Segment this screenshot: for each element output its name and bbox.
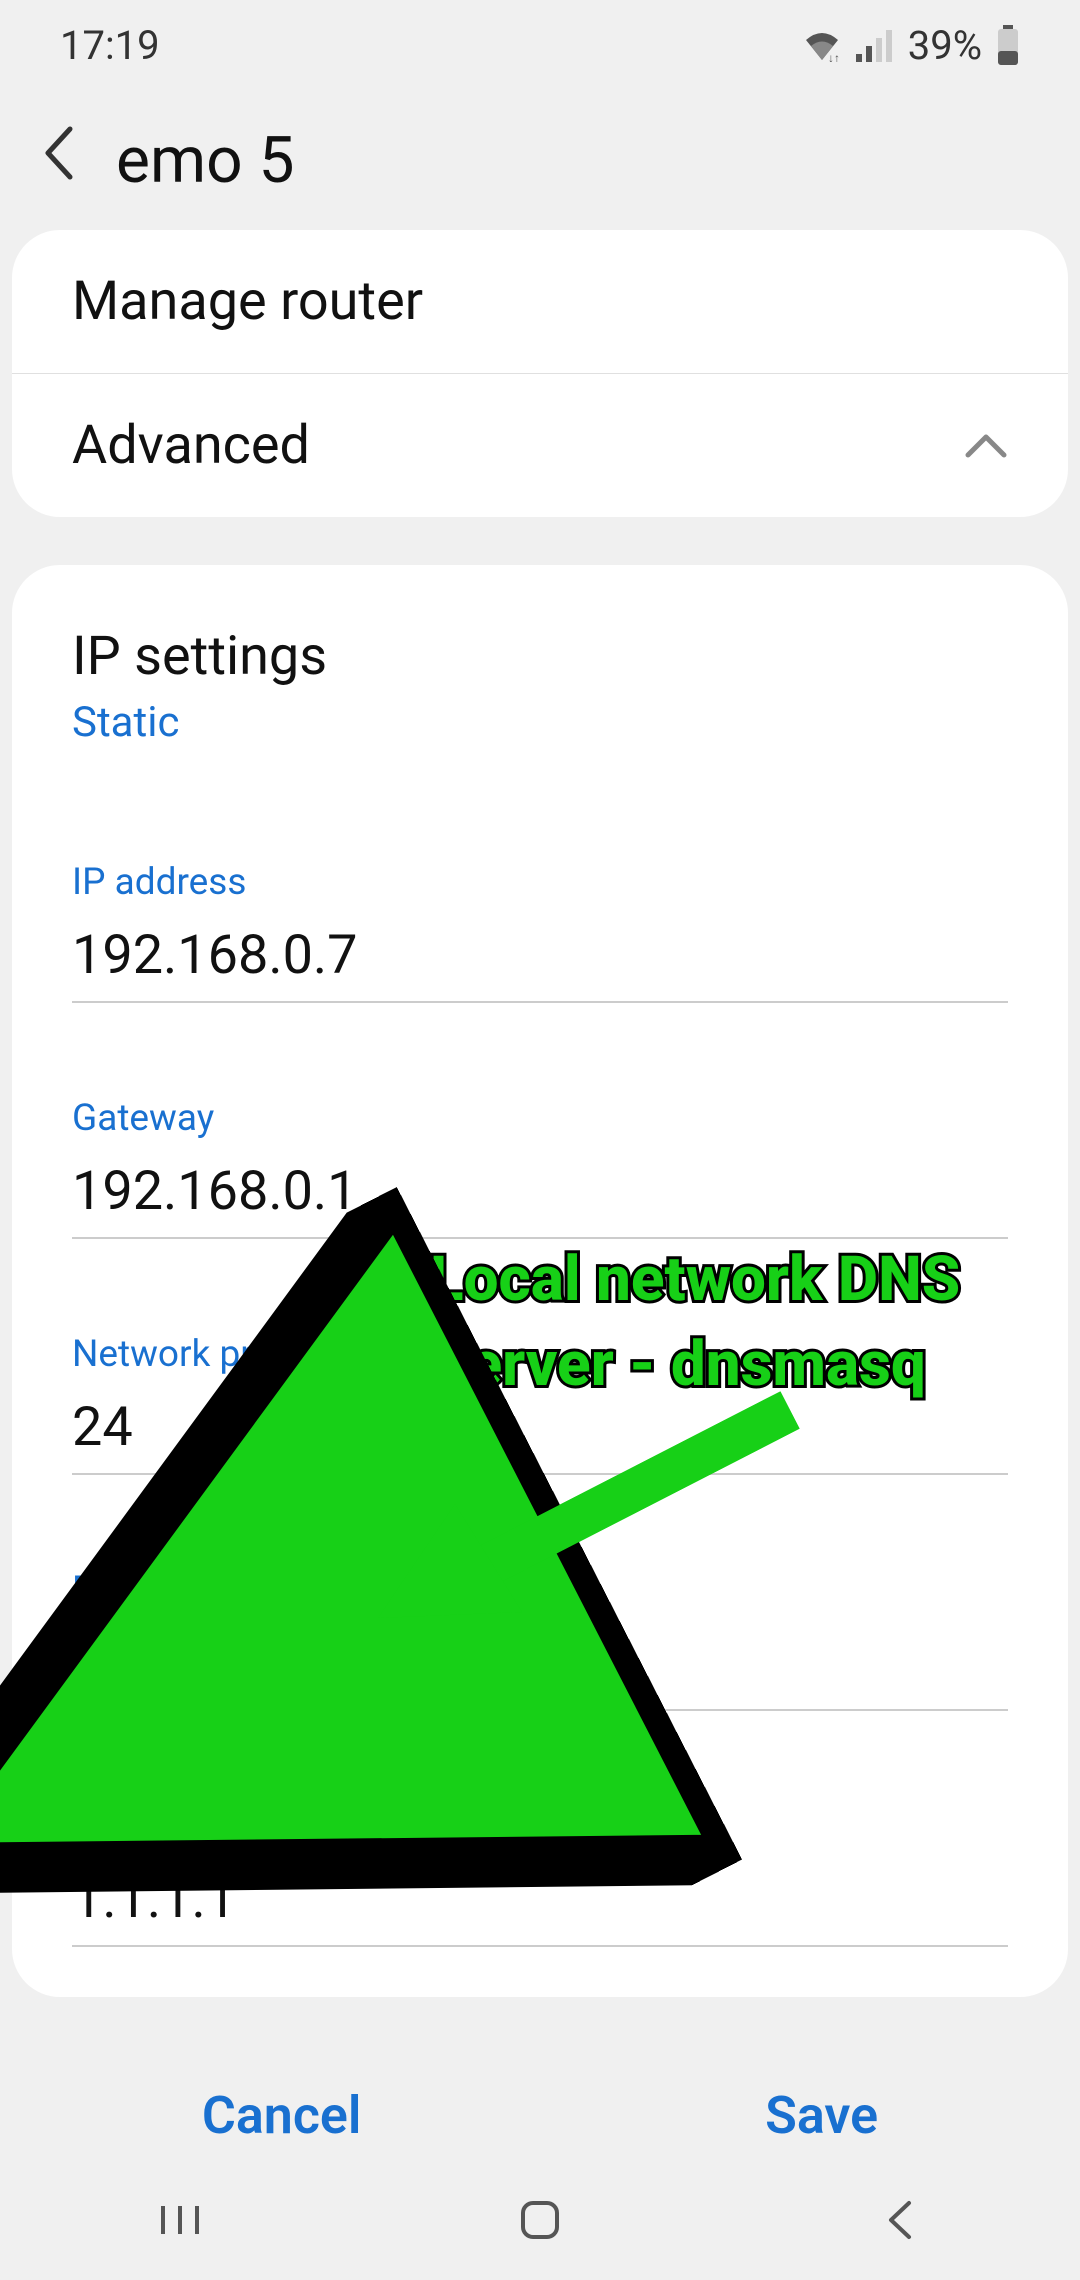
field-prefix: Network prefix length [12, 1309, 1068, 1485]
cancel-button[interactable]: Cancel [122, 2075, 442, 2156]
nav-home-icon[interactable] [490, 2195, 590, 2245]
dns2-label: DNS 2 [72, 1805, 1008, 1858]
nav-recent-icon[interactable] [130, 2195, 230, 2245]
prefix-input[interactable] [72, 1386, 1008, 1475]
gateway-label: Gateway [72, 1097, 1008, 1150]
svg-text:↓↑: ↓↑ [828, 51, 840, 62]
wifi-icon: ↓↑ [802, 28, 842, 62]
back-icon[interactable] [40, 123, 76, 198]
chevron-up-icon [964, 424, 1008, 468]
card-ip-settings: IP settings Static IP address Gateway Ne… [12, 565, 1068, 1997]
advanced-row[interactable]: Advanced [12, 373, 1068, 517]
battery-icon [996, 25, 1020, 65]
manage-router-row[interactable]: Manage router [12, 230, 1068, 373]
ip-settings-mode[interactable]: Static [12, 698, 1068, 777]
signal-icon [856, 28, 894, 62]
page-title: emo 5 [116, 123, 294, 198]
nav-back-icon[interactable] [850, 2195, 950, 2245]
ip-address-input[interactable] [72, 914, 1008, 1003]
field-dns2: DNS 2 [12, 1781, 1068, 1957]
save-button[interactable]: Save [685, 2075, 958, 2156]
dns1-input[interactable] [72, 1622, 1008, 1711]
ip-settings-title: IP settings [12, 565, 1068, 698]
header: emo 5 [0, 90, 1080, 230]
prefix-label: Network prefix length [72, 1333, 1008, 1386]
dns2-input[interactable] [72, 1858, 1008, 1947]
battery-percent: 39% [908, 22, 982, 69]
field-gateway: Gateway [12, 1073, 1068, 1249]
card-router-advanced: Manage router Advanced [12, 230, 1068, 517]
dns1-label: DNS 1 [72, 1569, 1008, 1622]
status-time: 17:19 [60, 22, 160, 69]
gateway-input[interactable] [72, 1150, 1008, 1239]
status-right: ↓↑ 39% [802, 22, 1020, 69]
ip-address-label: IP address [72, 861, 1008, 914]
manage-router-label: Manage router [72, 270, 423, 333]
nav-bar [0, 2160, 1080, 2280]
field-ip-address: IP address [12, 837, 1068, 1013]
status-bar: 17:19 ↓↑ 39% [0, 0, 1080, 90]
advanced-label: Advanced [72, 414, 310, 477]
field-dns1: DNS 1 [12, 1545, 1068, 1721]
